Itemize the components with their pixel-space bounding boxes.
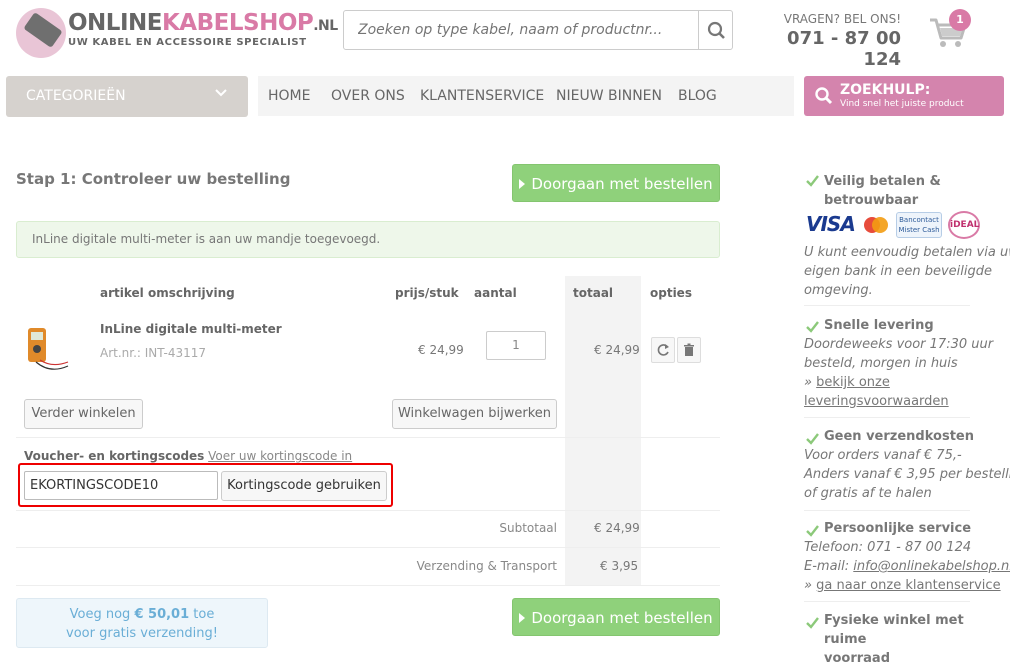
refresh-button[interactable]	[651, 337, 675, 363]
nav-item-nieuw-binnen[interactable]: NIEUW BINNEN	[556, 88, 662, 104]
check-icon	[806, 617, 819, 629]
divider	[804, 601, 970, 602]
secure-payment-title: Veilig betalen & betrouwbaar	[824, 174, 941, 208]
product-name[interactable]: InLine digitale multi-meter	[100, 322, 282, 336]
logo-wordmark: ONLINEKABELSHOP.NL	[68, 10, 338, 36]
nav-item-klantenservice[interactable]: KLANTENSERVICE	[420, 88, 544, 104]
check-icon	[806, 525, 819, 537]
delivery-title: Snelle levering	[824, 318, 934, 333]
product-price: € 24,99	[418, 343, 464, 357]
delivery-terms-link[interactable]: leveringsvoorwaarden	[804, 394, 949, 409]
delivery-text: Doordeweeks voor 17:30 uur besteld, morge…	[804, 337, 994, 409]
email-link[interactable]: info@onlinekabelshop.nl	[853, 559, 1010, 574]
search-input[interactable]	[344, 11, 699, 49]
update-cart-button[interactable]: Winkelwagen bijwerken	[392, 399, 557, 429]
search-bar	[343, 10, 733, 50]
added-to-cart-alert: InLine digitale multi-meter is aan uw ma…	[16, 221, 720, 258]
delete-button[interactable]	[677, 337, 701, 363]
categories-label: CATEGORIEËN	[26, 88, 126, 104]
voucher-link[interactable]: Voer uw kortingscode in	[208, 449, 352, 463]
service-text: Telefoon: 071 - 87 00 124 E-mail: info@o…	[804, 538, 1010, 595]
continue-shopping-button[interactable]: Verder winkelen	[24, 399, 143, 429]
cart-count-badge: 1	[949, 9, 971, 31]
trash-icon	[684, 343, 694, 356]
divider	[16, 585, 720, 586]
nav-item-over-ons[interactable]: OVER ONS	[331, 88, 405, 104]
total-column-bg	[565, 276, 641, 586]
page-title: Stap 1: Controleer uw bestelling	[16, 170, 291, 188]
subtotal-value: € 24,99	[594, 521, 640, 535]
search-icon	[815, 87, 833, 105]
search-icon	[707, 21, 725, 39]
physical-store-title: Fysieke winkel met ruime voorraad	[824, 613, 964, 666]
free-shipping-notice: Voeg nog € 50,01 toe voor gratis verzend…	[16, 598, 268, 648]
product-article-number: Art.nr.: INT-43117	[100, 346, 207, 360]
phone-number[interactable]: 071 - 87 00 124	[760, 28, 901, 70]
search-button[interactable]	[698, 11, 732, 49]
ideal-logo: iDEAL	[948, 211, 980, 239]
divider	[804, 305, 970, 306]
shipping-value: € 3,95	[600, 559, 639, 573]
payment-text: U kunt eenvoudig betalen via uw eigen ban…	[804, 245, 1010, 298]
continue-order-button-bottom[interactable]: Doorgaan met bestellen	[512, 598, 720, 636]
divider	[804, 417, 970, 418]
categories-dropdown[interactable]: CATEGORIEËN	[6, 76, 248, 117]
help-title: ZOEKHULP:	[840, 82, 931, 98]
column-header-price: prijs/stuk	[395, 286, 459, 300]
free-shipping-text: Voor orders vanaf € 75,- Anders vanaf € 3…	[804, 448, 1010, 501]
column-header-options: opties	[650, 286, 692, 300]
product-thumbnail[interactable]	[22, 322, 72, 376]
subtotal-label: Subtotaal	[499, 521, 557, 535]
check-icon	[806, 433, 819, 445]
product-total: € 24,99	[594, 343, 640, 357]
main-nav: HOME OVER ONS KLANTENSERVICE NIEUW BINNE…	[258, 76, 794, 116]
divider	[16, 510, 720, 511]
phone-label: VRAGEN? BEL ONS!	[783, 12, 901, 26]
continue-order-button-top[interactable]: Doorgaan met bestellen	[512, 164, 720, 202]
column-header-quantity: aantal	[474, 286, 517, 300]
mastercard-logo	[864, 217, 888, 233]
divider	[16, 547, 720, 548]
voucher-label: Voucher- en kortingscodes Voer uw kortin…	[24, 449, 353, 463]
check-icon	[806, 175, 819, 187]
check-icon	[806, 321, 819, 333]
arrow-right-icon	[519, 612, 526, 623]
quantity-input[interactable]: 1	[486, 331, 546, 360]
free-shipping-title: Geen verzendkosten	[824, 429, 974, 444]
arrow-right-icon	[519, 178, 526, 189]
help-subtitle: Vind snel het juiste product	[840, 99, 964, 109]
nav-item-blog[interactable]: BLOG	[678, 88, 717, 104]
divider	[804, 510, 970, 511]
customer-service-link[interactable]: ga naar onze klantenservice	[816, 578, 1000, 593]
column-header-total: totaal	[573, 286, 614, 300]
apply-voucher-button[interactable]: Kortingscode gebruiken	[221, 471, 387, 501]
bancontact-logo: Bancontact Mister Cash	[896, 212, 942, 238]
chevron-down-icon	[215, 89, 227, 97]
divider	[16, 437, 720, 438]
delivery-terms-link[interactable]: bekijk onze	[816, 375, 890, 390]
search-help-button[interactable]: ZOEKHULP: Vind snel het juiste product	[804, 76, 1004, 116]
refresh-icon	[657, 344, 669, 356]
voucher-code-input[interactable]: EKORTINGSCODE10	[24, 471, 218, 500]
service-title: Persoonlijke service	[824, 521, 972, 536]
logo-tagline: UW KABEL EN ACCESSOIRE SPECIALIST	[68, 37, 307, 48]
shipping-label: Verzending & Transport	[416, 559, 557, 573]
nav-item-home[interactable]: HOME	[268, 88, 310, 104]
column-header-description: artikel omschrijving	[100, 286, 235, 300]
visa-logo: VISA	[806, 212, 856, 236]
